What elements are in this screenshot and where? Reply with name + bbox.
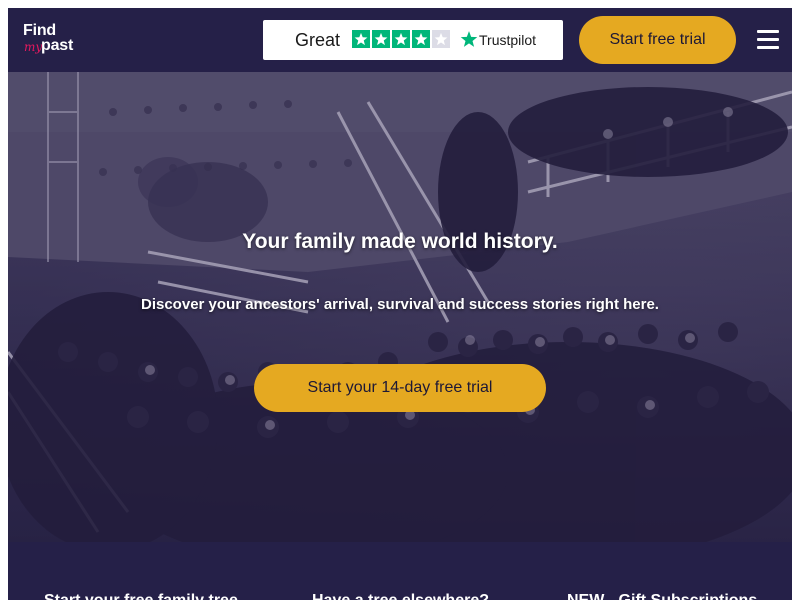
hero-section: Your family made world history. Discover…	[8, 72, 792, 542]
trustpilot-rating-label: Great	[295, 30, 341, 50]
star-icon	[412, 30, 430, 48]
trustpilot-stars	[352, 30, 452, 48]
start-family-tree-link[interactable]: Start your free family tree	[44, 592, 238, 600]
hero-subheading: Discover your ancestors' arrival, surviv…	[141, 296, 659, 313]
feature-links-section: Start your free family tree Have a tree …	[8, 542, 792, 600]
hamburger-menu-icon[interactable]	[756, 28, 780, 52]
findmypast-logo[interactable]: Find my past	[23, 21, 93, 59]
trustpilot-star-icon	[460, 31, 478, 47]
start-free-trial-button[interactable]: Start free trial	[579, 16, 736, 64]
gift-subscriptions-link[interactable]: NEW - Gift Subscriptions	[567, 592, 757, 600]
logo-text-past: past	[41, 37, 74, 54]
trustpilot-widget[interactable]: Great Trustpilot	[263, 20, 563, 60]
trustpilot-logo: Trustpilot	[460, 30, 536, 50]
site-header: Find my past Great Trustpilot Start free…	[8, 8, 792, 72]
star-icon	[372, 30, 390, 48]
star-icon	[432, 30, 450, 48]
start-14-day-trial-button[interactable]: Start your 14-day free trial	[254, 364, 546, 412]
star-icon	[392, 30, 410, 48]
trustpilot-brand: Trustpilot	[479, 32, 537, 48]
star-icon	[352, 30, 370, 48]
logo-text-my: my	[24, 40, 43, 54]
page-frame: Find my past Great Trustpilot Start free…	[8, 8, 792, 600]
hero-heading: Your family made world history.	[242, 230, 558, 253]
tree-elsewhere-link[interactable]: Have a tree elsewhere?	[312, 592, 489, 600]
